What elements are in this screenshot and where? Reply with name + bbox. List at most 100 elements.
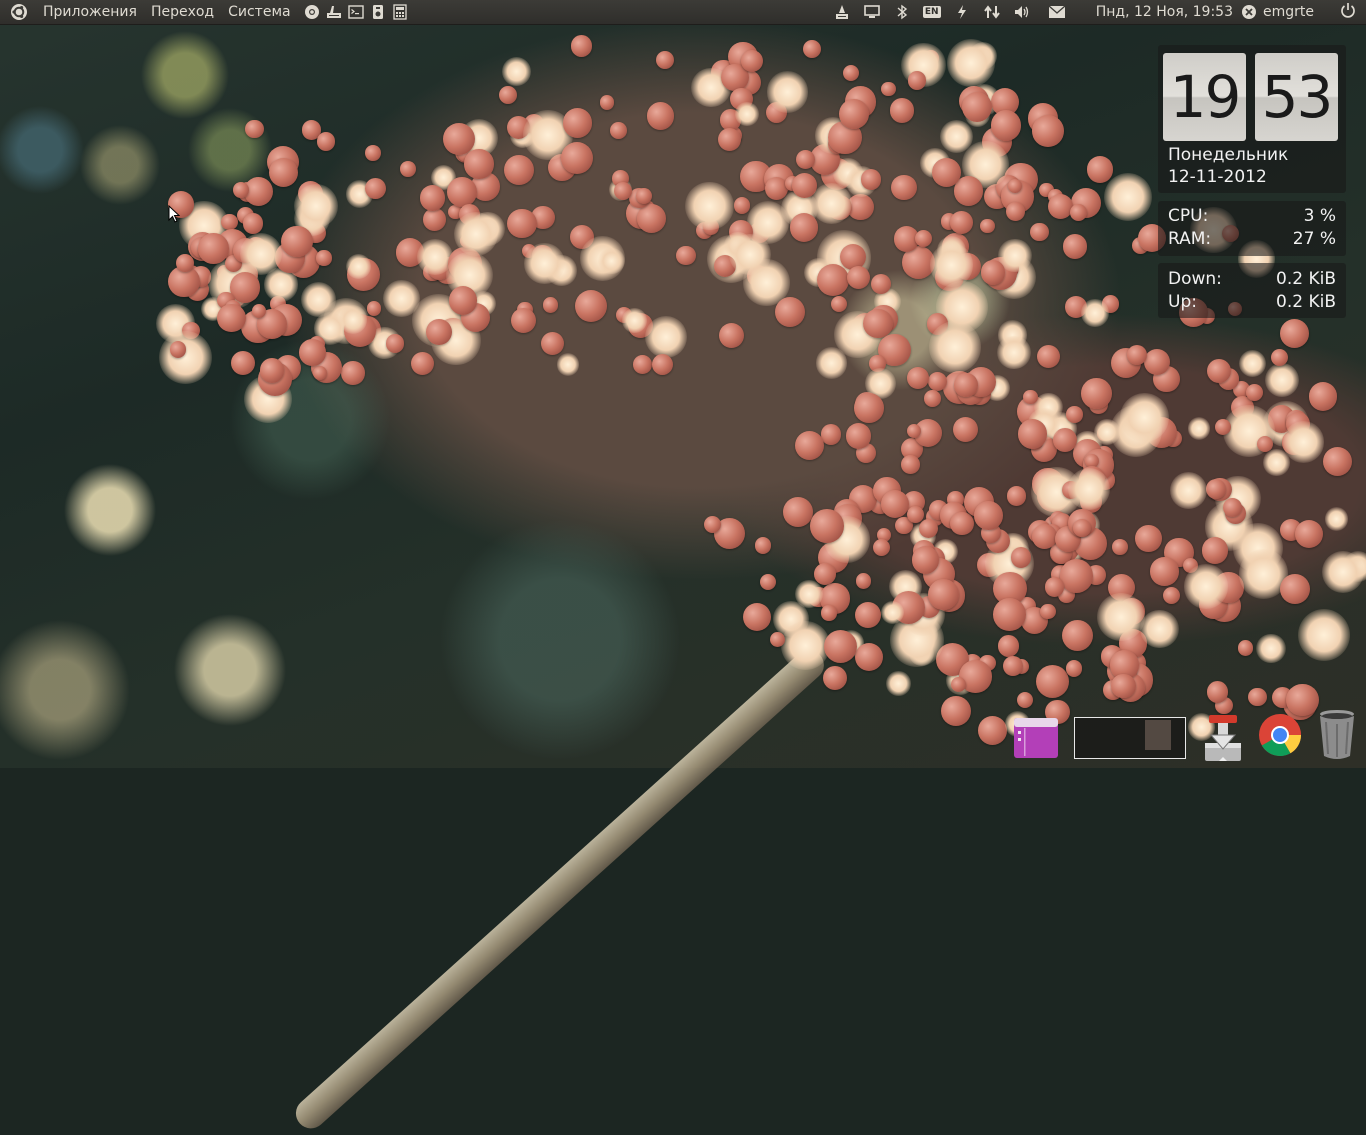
wallpaper-bud: [794, 430, 825, 461]
wallpaper-bud: [655, 50, 674, 69]
wallpaper-bud: [364, 178, 386, 200]
network-icon[interactable]: [982, 0, 1002, 24]
wallpaper-bud: [647, 102, 675, 130]
clock-hours: 19: [1163, 53, 1246, 141]
wallpaper-bud: [1062, 234, 1088, 260]
wallpaper-flower: [158, 330, 213, 384]
window-preview[interactable]: [1074, 717, 1186, 759]
wallpaper-bud: [961, 91, 993, 123]
wallpaper-bud: [1238, 640, 1254, 656]
wallpaper-bud: [562, 107, 593, 138]
wallpaper-bud: [599, 95, 615, 110]
wallpaper-flower: [1256, 633, 1286, 664]
cpu-row: CPU: 3 %: [1168, 206, 1336, 226]
wallpaper-bud: [718, 322, 745, 349]
wallpaper-bud: [906, 366, 929, 389]
scanner-icon[interactable]: [326, 4, 342, 20]
wallpaper-bud: [299, 339, 326, 366]
wallpaper-bud: [1006, 202, 1026, 222]
wallpaper-bud: [789, 213, 818, 242]
wallpaper-bud: [718, 127, 742, 151]
chromium-icon[interactable]: [304, 4, 320, 20]
user-status-icon: [1242, 5, 1256, 19]
wallpaper-bud: [774, 296, 805, 327]
wallpaper-bud: [312, 366, 327, 381]
wallpaper-bud: [198, 233, 229, 264]
wallpaper-flower: [293, 183, 338, 228]
trash-icon[interactable]: [1316, 708, 1358, 768]
wallpaper-bud: [560, 141, 593, 175]
bluetooth-icon[interactable]: [892, 0, 912, 24]
wallpaper-bud: [901, 455, 920, 474]
up-label: Up:: [1168, 292, 1197, 312]
wallpaper-bud: [1256, 435, 1274, 452]
wallpaper-flower: [1187, 417, 1211, 440]
wallpaper-flower: [501, 57, 532, 87]
volume-icon[interactable]: [1012, 0, 1032, 24]
wallpaper-flower: [880, 600, 904, 625]
panel-clock[interactable]: Пнд, 12 Ноя, 19:53: [1086, 4, 1241, 20]
calculator-icon[interactable]: [392, 4, 408, 20]
keyboard-layout-indicator[interactable]: EN: [922, 0, 942, 24]
indicator-area: EN Пнд, 12 Ноя, 19:53 emgrte: [827, 0, 1366, 24]
wallpaper-bud: [980, 219, 995, 234]
wallpaper-bud: [1295, 520, 1324, 549]
wallpaper-bud: [1061, 619, 1094, 652]
ram-value: 27 %: [1292, 229, 1336, 249]
wallpaper-bud: [740, 49, 763, 73]
wallpaper-bud: [511, 307, 537, 333]
wallpaper-bud: [1036, 665, 1070, 699]
power-icon[interactable]: [952, 0, 972, 24]
wallpaper-flower: [382, 279, 420, 317]
menu-places[interactable]: Переход: [144, 0, 221, 24]
wallpaper-bud: [803, 40, 821, 59]
wallpaper-bud: [906, 423, 922, 438]
wallpaper-flower: [1298, 609, 1351, 662]
wallpaper-bud: [809, 509, 844, 543]
wallpaper-flower: [766, 71, 809, 113]
update-manager-icon[interactable]: [832, 0, 852, 24]
wallpaper-bud: [821, 605, 837, 621]
wallpaper-bud: [907, 505, 925, 523]
user-menu[interactable]: emgrte: [1241, 4, 1326, 20]
wallpaper-bud: [1044, 577, 1065, 597]
wallpaper-bud: [1006, 486, 1027, 506]
wallpaper-bud: [613, 181, 633, 201]
wallpaper-bud: [1247, 687, 1267, 707]
wallpaper-flower: [1264, 363, 1299, 398]
conky-network-widget: Down: 0.2 KiB Up: 0.2 KiB: [1158, 263, 1346, 318]
panel-launchers: [304, 4, 408, 20]
display-icon[interactable]: [862, 0, 882, 24]
wallpaper-bud: [676, 245, 696, 266]
wallpaper-bud: [1086, 156, 1114, 183]
ram-label: RAM:: [1168, 229, 1212, 249]
chrome-icon[interactable]: [1257, 712, 1303, 762]
wallpaper-bud: [281, 225, 313, 258]
wallpaper-bud: [813, 563, 836, 586]
wallpaper-bud: [498, 85, 517, 104]
wallpaper-flower: [598, 247, 625, 274]
media-player-icon[interactable]: [370, 4, 386, 20]
wallpaper-flower: [645, 316, 688, 359]
wallpaper-bud: [1031, 524, 1057, 550]
menu-applications[interactable]: Приложения: [36, 0, 144, 24]
menu-system[interactable]: Система: [221, 0, 297, 24]
wallpaper-bud: [448, 286, 478, 315]
download-manager-icon[interactable]: [1201, 713, 1245, 769]
wallpaper-bud: [419, 185, 446, 211]
wallpaper-bud: [1040, 603, 1057, 620]
wallpaper-bud: [1270, 349, 1288, 367]
wallpaper-bud: [610, 122, 627, 140]
wallpaper-bud: [400, 161, 416, 177]
file-manager-icon[interactable]: [1012, 716, 1060, 760]
wallpaper-bud: [1066, 406, 1083, 423]
ubuntu-logo-icon[interactable]: [10, 3, 28, 21]
terminal-icon[interactable]: [347, 4, 364, 20]
wallpaper-bud: [881, 81, 896, 96]
wallpaper-bud: [1036, 344, 1061, 369]
wallpaper-flower: [781, 620, 831, 671]
mail-icon[interactable]: [1047, 0, 1067, 24]
shutdown-icon[interactable]: [1340, 2, 1356, 22]
cpu-label: CPU:: [1168, 206, 1209, 226]
wallpaper-bud: [889, 98, 914, 123]
